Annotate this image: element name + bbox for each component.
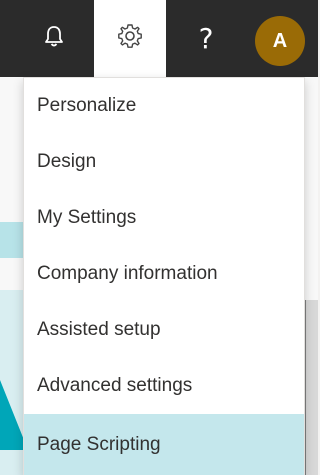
top-bar: ? A [0,0,318,77]
menu-item-label: Design [37,151,97,172]
menu-item-company-information[interactable]: Company information [24,246,304,302]
menu-item-page-scripting[interactable]: Page Scripting [24,414,304,475]
bell-icon [43,24,65,53]
notifications-button[interactable] [18,0,90,77]
gear-icon [117,23,143,54]
settings-button[interactable] [94,0,166,77]
help-label: ? [198,22,214,55]
menu-item-label: Company information [37,263,218,284]
help-button[interactable]: ? [170,0,242,77]
settings-menu: Personalize Design My Settings Company i… [23,77,305,475]
avatar[interactable]: A [255,16,305,66]
menu-item-label: Personalize [37,95,137,116]
menu-item-my-settings[interactable]: My Settings [24,190,304,246]
menu-item-label: Assisted setup [37,319,161,340]
menu-item-label: Advanced settings [37,375,193,396]
avatar-initial: A [272,29,288,52]
menu-item-design[interactable]: Design [24,134,304,190]
menu-item-label: My Settings [37,207,137,228]
menu-item-label: Page Scripting [37,434,161,455]
menu-item-personalize[interactable]: Personalize [24,78,304,134]
menu-item-assisted-setup[interactable]: Assisted setup [24,302,304,358]
menu-item-advanced-settings[interactable]: Advanced settings [24,358,304,414]
